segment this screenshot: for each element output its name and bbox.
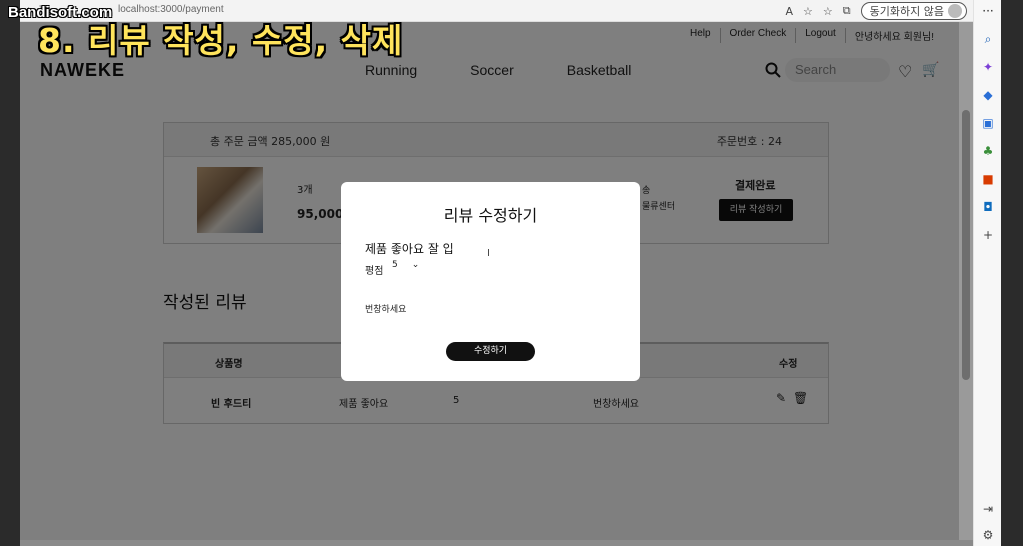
sync-button[interactable]: 동기화하지 않음 bbox=[860, 2, 967, 20]
text-cursor-icon: I bbox=[487, 248, 490, 259]
edit-review-modal: 리뷰 수정하기 제품 좋아요 잘 입 I 평점 5 ⌄ 번창하세요 수정하기 bbox=[341, 182, 640, 381]
review-content-input[interactable]: 번창하세요 bbox=[365, 302, 406, 315]
favorites-bar-icon[interactable]: ☆ bbox=[823, 5, 833, 18]
rating-label: 평점 bbox=[365, 266, 384, 277]
add-icon[interactable]: + bbox=[981, 228, 995, 242]
sidebar-toggle-icon[interactable]: ⇥ bbox=[981, 502, 995, 516]
review-text-input[interactable]: 제품 좋아요 잘 입 bbox=[365, 240, 485, 257]
vertical-scrollbar[interactable] bbox=[959, 22, 973, 540]
watermark-caption: 8. 리뷰 작성, 수정, 삭제 bbox=[38, 21, 404, 60]
read-aloud-icon[interactable]: A bbox=[786, 5, 794, 18]
edge-sidebar: ··· ⌕ ✦ ◆ ▣ ♣ ■ ◘ + ⇥ ⚙ bbox=[973, 0, 1001, 546]
favorite-icon[interactable]: ☆ bbox=[803, 5, 813, 18]
collections-icon[interactable]: ⧉ bbox=[843, 4, 851, 18]
rating-select[interactable]: 5 ⌄ bbox=[392, 260, 419, 270]
submit-edit-button[interactable]: 수정하기 bbox=[446, 342, 535, 361]
scrollbar-thumb[interactable] bbox=[962, 110, 970, 380]
chevron-down-icon: ⌄ bbox=[411, 260, 420, 270]
menu-icon[interactable]: ··· bbox=[981, 4, 995, 18]
tools-icon[interactable]: ▣ bbox=[981, 116, 995, 130]
office-icon[interactable]: ■ bbox=[981, 172, 995, 186]
horizontal-scrollbar[interactable] bbox=[20, 540, 973, 546]
modal-title: 리뷰 수정하기 bbox=[443, 206, 538, 225]
search-sidebar-icon[interactable]: ⌕ bbox=[981, 32, 995, 46]
right-border bbox=[1001, 0, 1023, 546]
rating-value: 5 bbox=[392, 260, 398, 270]
left-border bbox=[0, 0, 20, 546]
copilot-icon[interactable]: ✦ bbox=[981, 60, 995, 74]
web-page: Help Order Check Logout 안녕하세요 회원님! NAWEK… bbox=[20, 22, 959, 540]
outlook-icon[interactable]: ◘ bbox=[981, 200, 995, 214]
settings-icon[interactable]: ⚙ bbox=[981, 528, 995, 542]
games-icon[interactable]: ♣ bbox=[981, 144, 995, 158]
sync-label: 동기화하지 않음 bbox=[869, 5, 944, 18]
shopping-icon[interactable]: ◆ bbox=[981, 88, 995, 102]
profile-avatar-icon bbox=[948, 4, 962, 18]
